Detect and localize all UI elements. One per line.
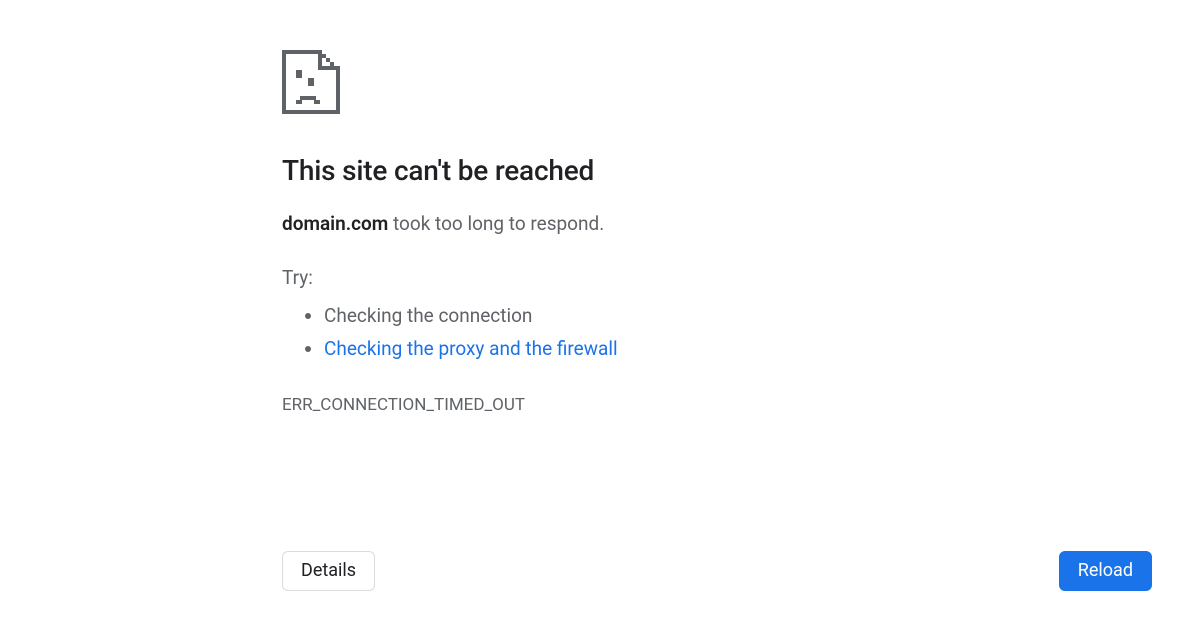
suggestion-connection: Checking the connection (324, 299, 922, 332)
error-code: ERR_CONNECTION_TIMED_OUT (282, 395, 922, 415)
suggestion-connection-text: Checking the connection (324, 304, 532, 327)
suggestion-proxy-link[interactable]: Checking the proxy and the firewall (324, 337, 618, 360)
frowny-folder-icon (282, 50, 922, 114)
suggestions-list: Checking the connection Checking the pro… (282, 299, 922, 366)
error-subtitle: domain.com took too long to respond. (282, 211, 922, 238)
try-label: Try: (282, 266, 922, 289)
suggestion-proxy[interactable]: Checking the proxy and the firewall (324, 332, 922, 365)
error-message-suffix: took too long to respond. (388, 212, 604, 235)
error-page-content: This site can't be reached domain.com to… (282, 50, 922, 415)
reload-button[interactable]: Reload (1059, 551, 1152, 591)
error-domain: domain.com (282, 212, 388, 235)
details-button[interactable]: Details (282, 551, 375, 591)
button-row: Details Reload (282, 551, 1152, 591)
error-heading: This site can't be reached (282, 154, 922, 187)
